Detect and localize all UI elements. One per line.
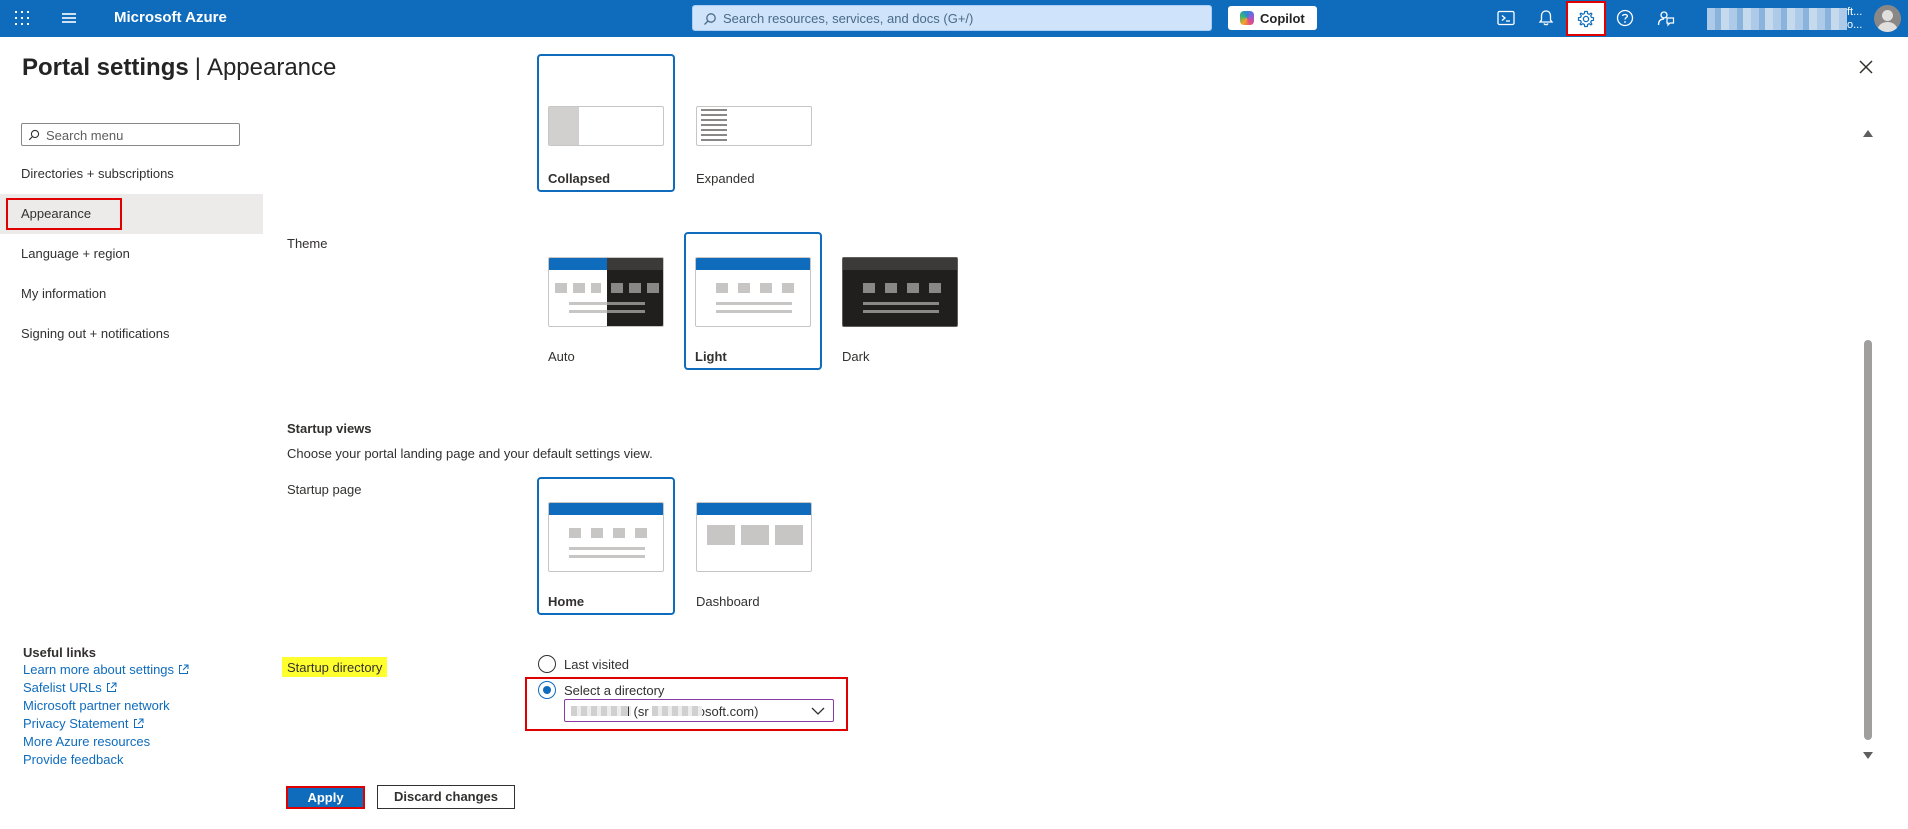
auto-theme-preview xyxy=(548,257,664,327)
theme-option-light[interactable]: Light xyxy=(684,232,822,370)
option-label: Auto xyxy=(548,349,575,364)
link-privacy-statement[interactable]: Privacy Statement xyxy=(23,716,144,731)
account-menu[interactable]: ft... o... xyxy=(1707,6,1862,32)
hamburger-menu-icon[interactable] xyxy=(60,10,78,26)
useful-links-title: Useful links xyxy=(23,645,96,660)
copilot-button[interactable]: Copilot xyxy=(1228,6,1317,30)
apply-button[interactable]: Apply xyxy=(286,786,365,809)
link-more-azure-resources[interactable]: More Azure resources xyxy=(23,734,150,749)
notifications-bell-icon[interactable] xyxy=(1533,6,1559,30)
link-label: Provide feedback xyxy=(23,752,124,767)
account-name-redacted xyxy=(1707,8,1847,30)
brand-name[interactable]: Microsoft Azure xyxy=(114,9,227,26)
avatar[interactable] xyxy=(1874,5,1901,32)
radio-label: Last visited xyxy=(564,657,630,672)
scroll-up-arrow-icon[interactable] xyxy=(1863,130,1873,137)
page-title: Portal settings | Appearance xyxy=(22,54,336,82)
link-label: More Azure resources xyxy=(23,734,151,749)
link-label: Learn more about settings xyxy=(23,662,175,677)
gear-icon xyxy=(1577,10,1595,28)
theme-option-dark[interactable]: Dark xyxy=(831,232,969,370)
menu-item-my-information[interactable]: My information xyxy=(0,274,263,314)
option-label: Dark xyxy=(842,349,870,364)
expanded-preview xyxy=(696,106,812,146)
menu-item-label: My information xyxy=(21,286,107,301)
menu-behavior-option-collapsed[interactable]: Collapsed xyxy=(537,54,675,192)
account-line-2: o... xyxy=(1847,19,1863,31)
account-line-1: ft... xyxy=(1847,6,1863,18)
redacted-text xyxy=(571,706,631,716)
app-launcher-icon[interactable] xyxy=(14,10,30,26)
radio-button[interactable] xyxy=(538,681,556,699)
close-icon[interactable] xyxy=(1857,58,1875,76)
link-label: Privacy Statement xyxy=(23,716,129,731)
startup-page-option-dashboard[interactable]: Dashboard xyxy=(685,477,823,615)
startup-views-heading: Startup views xyxy=(287,421,372,436)
feedback-icon[interactable] xyxy=(1653,6,1679,30)
redacted-text xyxy=(652,706,702,716)
option-label: Home xyxy=(548,594,585,609)
menu-behavior-option-expanded[interactable]: Expanded xyxy=(685,54,823,192)
link-learn-more-settings[interactable]: Learn more about settings xyxy=(23,662,189,677)
collapsed-preview xyxy=(548,106,664,146)
radio-button[interactable] xyxy=(538,655,556,673)
menu-item-label: Appearance xyxy=(21,206,92,221)
menu-item-language-region[interactable]: Language + region xyxy=(0,234,263,274)
directory-dropdown[interactable]: l (sr l.onmicrosoft.com) xyxy=(564,699,834,722)
startup-page-label: Startup page xyxy=(287,482,362,497)
chevron-down-icon xyxy=(811,707,825,715)
option-label: Dashboard xyxy=(696,594,760,609)
option-label: Expanded xyxy=(696,171,755,186)
page-title-separator: | xyxy=(194,54,201,81)
menu-item-signing-out[interactable]: Signing out + notifications xyxy=(0,314,263,354)
home-preview xyxy=(548,502,664,572)
theme-label: Theme xyxy=(287,236,328,251)
global-search-input[interactable]: Search resources, services, and docs (G+… xyxy=(692,5,1212,31)
search-icon xyxy=(28,129,40,141)
menu-item-directories[interactable]: Directories + subscriptions xyxy=(0,154,263,194)
copilot-label: Copilot xyxy=(1260,11,1305,26)
theme-option-auto[interactable]: Auto xyxy=(537,232,675,370)
menu-item-label: Language + region xyxy=(21,246,130,261)
settings-button[interactable] xyxy=(1566,1,1606,36)
dark-theme-preview xyxy=(842,257,958,327)
radio-label: Select a directory xyxy=(564,683,665,698)
external-link-icon xyxy=(133,718,143,728)
startup-views-description: Choose your portal landing page and your… xyxy=(287,446,653,461)
startup-directory-label: Startup directory xyxy=(282,657,388,677)
light-theme-preview xyxy=(695,257,811,327)
menu-item-label: Directories + subscriptions xyxy=(21,166,174,181)
cloud-shell-icon[interactable] xyxy=(1493,6,1519,30)
link-label: Microsoft partner network xyxy=(23,698,170,713)
dashboard-preview xyxy=(696,502,812,572)
link-provide-feedback[interactable]: Provide feedback xyxy=(23,752,123,767)
page-title-sub: Appearance xyxy=(206,54,337,81)
copilot-icon xyxy=(1240,11,1254,25)
menu-search-placeholder: Search menu xyxy=(46,128,124,143)
discard-changes-button[interactable]: Discard changes xyxy=(377,785,515,809)
option-label: Light xyxy=(695,349,727,364)
page-title-main: Portal settings xyxy=(22,54,189,81)
link-label: Safelist URLs xyxy=(23,680,102,695)
menu-item-label: Signing out + notifications xyxy=(21,326,170,341)
scroll-down-arrow-icon[interactable] xyxy=(1863,752,1873,759)
global-search-placeholder: Search resources, services, and docs (G+… xyxy=(723,11,974,26)
scrollbar-thumb[interactable] xyxy=(1864,340,1872,740)
startup-page-option-home[interactable]: Home xyxy=(537,477,675,615)
top-bar: Microsoft Azure Search resources, servic… xyxy=(0,0,1908,37)
external-link-icon xyxy=(179,664,189,674)
option-label: Collapsed xyxy=(548,171,611,186)
link-safelist-urls[interactable]: Safelist URLs xyxy=(23,680,117,695)
help-icon[interactable] xyxy=(1612,6,1638,30)
menu-search-input[interactable]: Search menu xyxy=(21,123,240,146)
search-icon xyxy=(704,13,716,25)
menu-item-appearance[interactable]: Appearance xyxy=(0,194,263,234)
external-link-icon xyxy=(106,682,117,692)
link-partner-network[interactable]: Microsoft partner network xyxy=(23,698,170,713)
